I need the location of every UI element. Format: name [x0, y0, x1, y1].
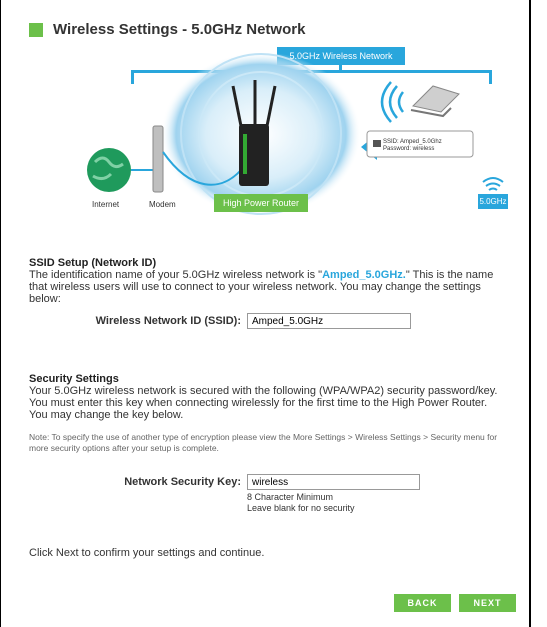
security-key-label: Network Security Key:: [124, 476, 241, 488]
confirm-text: Click Next to confirm your settings and …: [29, 547, 265, 559]
ssid-caption-line: SSID: Amped_5.0Ghz: [383, 139, 442, 145]
ssid-input[interactable]: [247, 313, 411, 329]
router-label: High Power Router: [214, 194, 308, 212]
key-hint-blank: Leave blank for no security: [247, 503, 355, 513]
signal-wave-icon: [380, 81, 405, 123]
ssid-caption: SSID: Amped_5.0Ghz Password: wireless: [383, 139, 442, 153]
globe-icon: [87, 148, 131, 192]
ssid-desc-prefix: The identification name of your 5.0GHz w…: [29, 269, 323, 281]
security-description: Your 5.0GHz wireless network is secured …: [29, 385, 498, 421]
setup-panel: Wireless Settings - 5.0GHz Network 5.0GH…: [0, 0, 531, 627]
ssid-section-title: SSID Setup (Network ID): [29, 257, 157, 269]
modem-icon: [152, 125, 164, 193]
green-square-icon: [29, 22, 43, 37]
wifi-icon: [482, 177, 504, 191]
ssid-field-label: Wireless Network ID (SSID):: [95, 315, 241, 327]
modem-label: Modem: [149, 200, 176, 209]
security-section-title: Security Settings: [29, 373, 119, 385]
ghz-label: 5.0GHz: [478, 194, 508, 209]
ssid-description: The identification name of your 5.0GHz w…: [29, 269, 504, 305]
network-diagram: 5.0GHz Wireless Network SSID: Amped_5.0G…: [71, 42, 521, 222]
password-caption-line: Password: wireless: [383, 146, 435, 152]
next-button[interactable]: NEXT: [459, 594, 516, 612]
back-button[interactable]: BACK: [394, 594, 451, 612]
page-title: Wireless Settings - 5.0GHz Network: [53, 21, 306, 38]
security-note: Note: To specify the use of another type…: [29, 432, 498, 453]
ssid-desc-name: Amped_5.0GHz.: [322, 269, 406, 281]
internet-label: Internet: [92, 200, 120, 209]
security-key-input[interactable]: [247, 474, 420, 490]
key-hint-min: 8 Character Minimum: [247, 492, 334, 502]
page-header: Wireless Settings - 5.0GHz Network: [29, 21, 305, 38]
laptop-icon: [410, 85, 460, 118]
